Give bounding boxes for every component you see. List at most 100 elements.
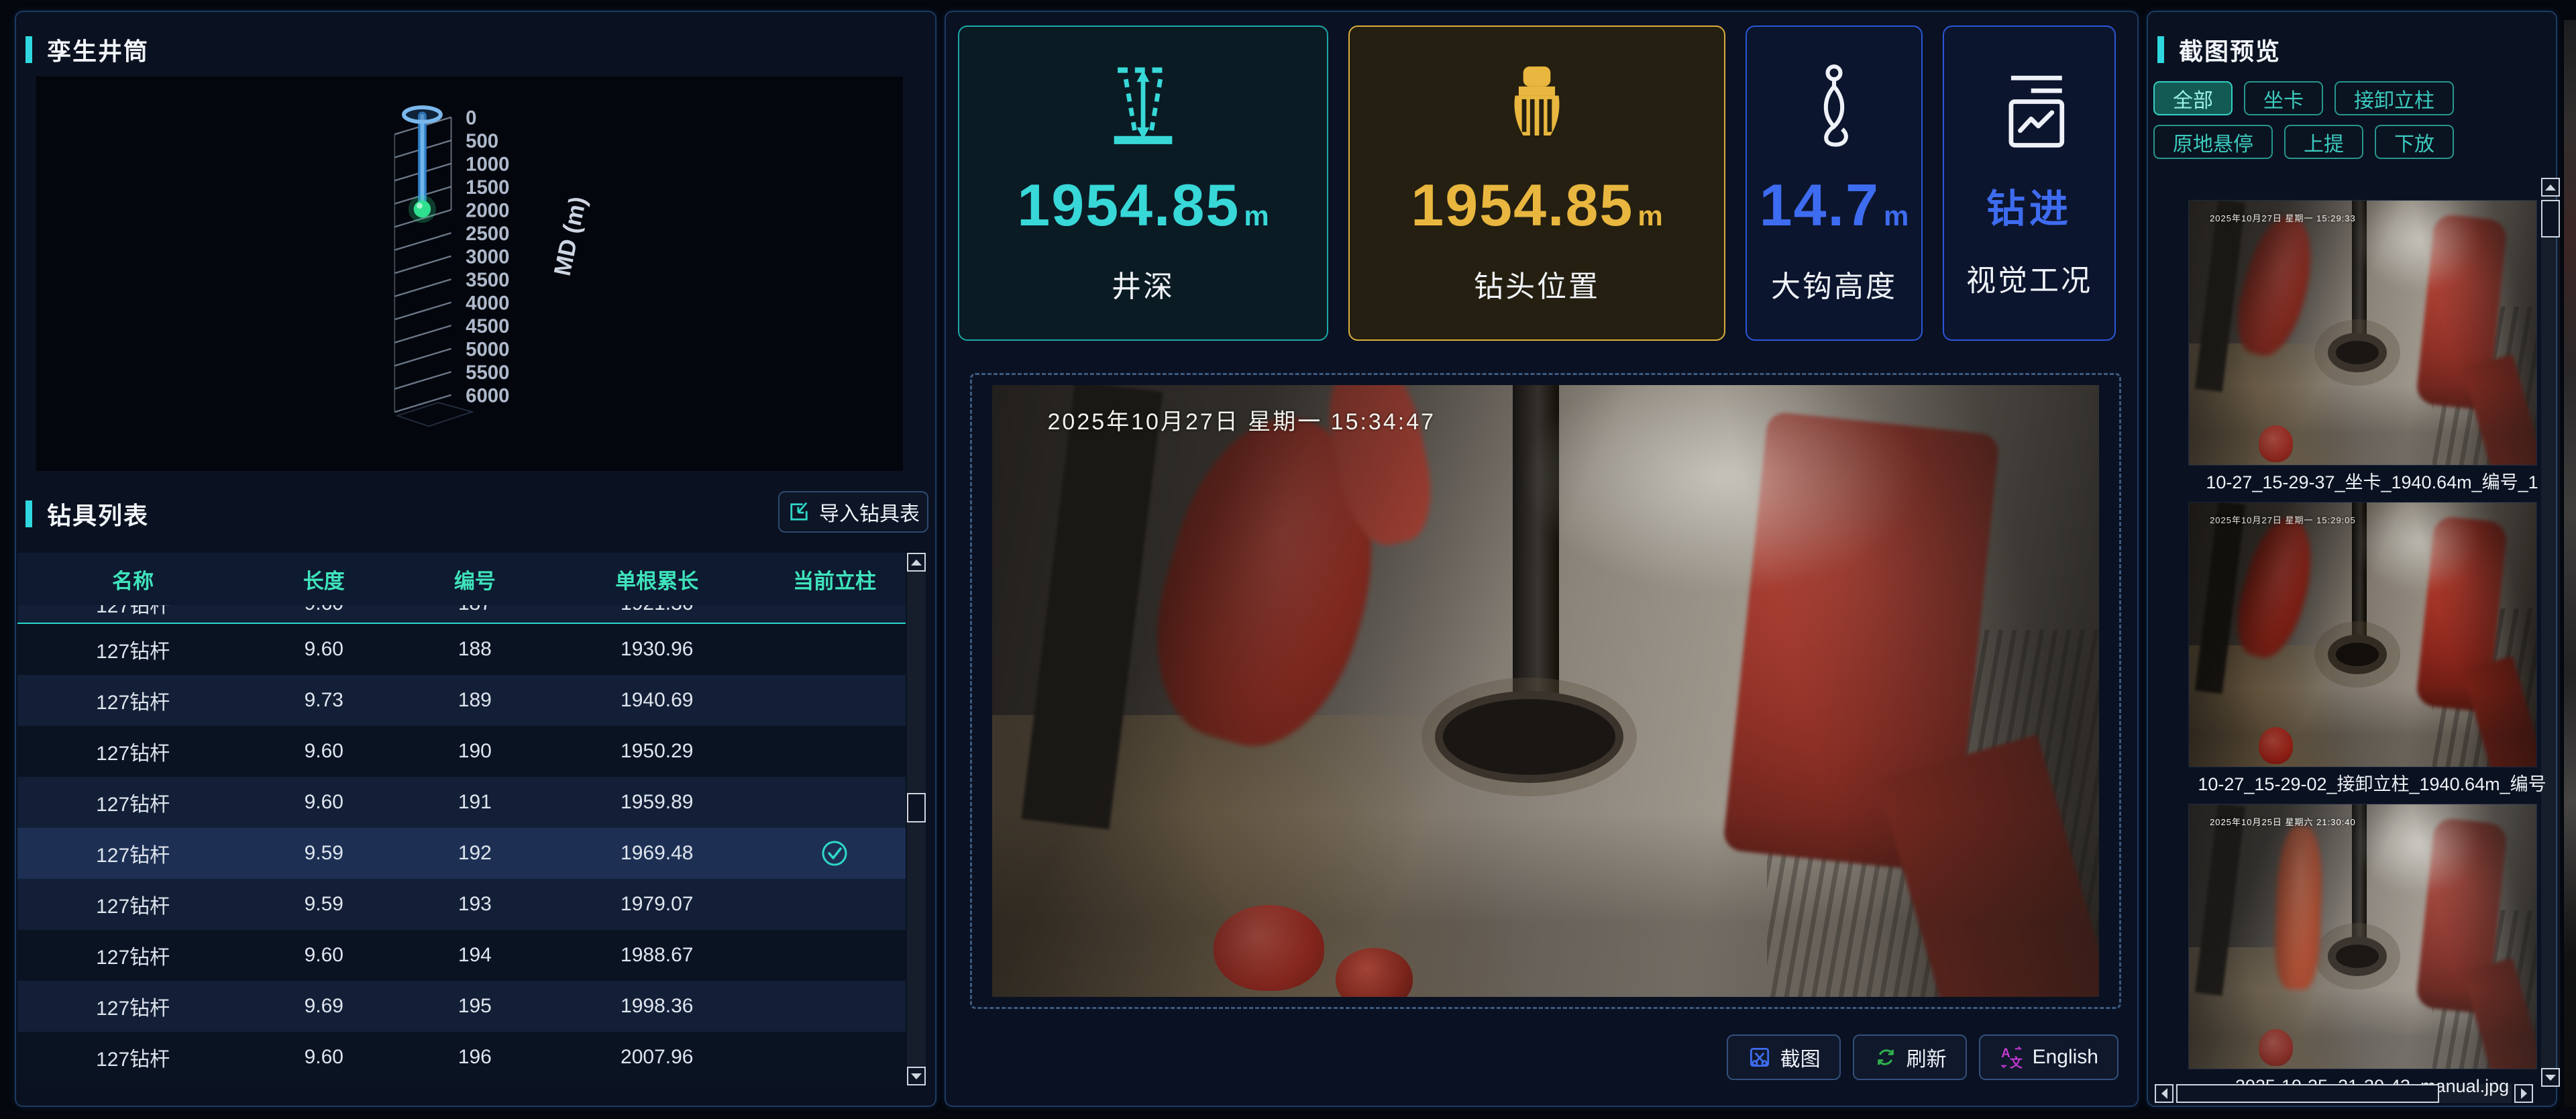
table-scroll-up-button[interactable]: [907, 553, 926, 572]
cell-cumulative: 1988.67: [550, 944, 763, 967]
cell-name: 127钻杆: [17, 941, 248, 970]
cell-number: 193: [399, 893, 550, 916]
cell-length: 9.60: [248, 944, 399, 967]
svg-text:文: 文: [2009, 1055, 2023, 1070]
cell-cumulative: 1940.69: [550, 689, 763, 712]
hook-height-label: 大钩高度: [1771, 262, 1897, 305]
cell-name: 127钻杆: [17, 788, 248, 817]
stat-card-visual-status: 钻进 视觉工况: [1943, 25, 2116, 341]
table-row[interactable]: 127钻杆 9.60 196 2007.96: [17, 1032, 906, 1083]
table-scroll-down-button[interactable]: [907, 1067, 926, 1085]
preview-scroll-left-button[interactable]: [2155, 1084, 2174, 1103]
table-row[interactable]: 127钻杆 9.73 189 1940.69: [17, 675, 906, 726]
table-row[interactable]: 127钻杆 9.69 195 1998.36: [17, 981, 906, 1032]
table-row[interactable]: 127钻杆 9.59 193 1979.07: [17, 879, 906, 930]
preview-section-title: 截图预览: [2157, 32, 2281, 67]
scene-shading: [992, 385, 2099, 997]
visual-status-label: 视觉工况: [1966, 256, 2092, 299]
cell-length: 9.60: [248, 791, 399, 814]
cell-name: 127钻杆: [17, 737, 248, 766]
preview-scrollbar-track[interactable]: [2541, 178, 2560, 1087]
translate-icon: A 文: [1999, 1045, 2025, 1070]
filter-chip[interactable]: 下放: [2375, 125, 2454, 159]
cell-length: 9.60: [248, 638, 399, 661]
wellbore-3d-view[interactable]: 0500100015002000250030003500400045005000…: [36, 76, 903, 471]
thumbnail-timestamp-overlay: 2025年10月25日 星期六 21:30:40: [2210, 815, 2356, 828]
cell-name: 127钻杆: [17, 992, 248, 1021]
stat-card-hook-height: 14.7m 大钩高度: [1746, 25, 1923, 341]
wellbore-title-text: 孪生井筒: [47, 32, 149, 67]
import-drill-list-button[interactable]: 导入钻具表: [778, 491, 928, 533]
filter-chip[interactable]: 上提: [2284, 125, 2363, 159]
table-row[interactable]: 127钻杆 9.60 188 1930.96: [17, 624, 906, 675]
cell-number: 194: [399, 944, 550, 967]
title-accent-bar: [25, 36, 32, 63]
thumbnail-timestamp-overlay: 2025年10月27日 星期一 15:29:33: [2210, 211, 2356, 224]
well-depth-label: 井深: [1112, 262, 1175, 305]
col-header-length: 长度: [248, 564, 399, 594]
dashboard-root: 孪生井筒 05001000150020002500300035004000450…: [0, 0, 2576, 1119]
cell-number: 195: [399, 995, 550, 1018]
filter-chip[interactable]: 原地悬停: [2153, 125, 2273, 159]
drill-table-body: 127钻杆 9.60 187 1921.36 127钻杆 9.60 188 19…: [17, 605, 906, 1085]
left-panel: 孪生井筒 05001000150020002500300035004000450…: [15, 11, 936, 1107]
scene-shading: [2189, 502, 2536, 767]
filter-chips: 全部 坐卡 接卸立柱 原地悬停 上提 下放: [2153, 81, 2542, 159]
status-report-icon: [1986, 67, 2073, 154]
refresh-button[interactable]: 刷新: [1853, 1034, 1967, 1080]
cell-length: 9.60: [248, 1046, 399, 1069]
table-row[interactable]: 127钻杆 9.60 187 1921.36: [17, 605, 906, 624]
table-row[interactable]: 127钻杆 9.59 192 1969.48: [17, 828, 906, 879]
cell-number: 189: [399, 689, 550, 712]
cell-name: 127钻杆: [17, 839, 248, 868]
cell-cumulative: 1950.29: [550, 740, 763, 763]
table-row[interactable]: 127钻杆 9.60 190 1950.29: [17, 726, 906, 777]
svg-text:4000: 4000: [466, 292, 509, 315]
cell-cumulative: 1979.07: [550, 893, 763, 916]
svg-text:2000: 2000: [466, 200, 509, 222]
screenshot-button[interactable]: 截图: [1727, 1034, 1841, 1080]
cell-cumulative: 2007.96: [550, 1046, 763, 1069]
table-row[interactable]: 127钻杆 9.60 191 1959.89: [17, 777, 906, 828]
hook-icon: [1790, 61, 1878, 148]
wellbore-3d-axis: 0500100015002000250030003500400045005000…: [36, 76, 903, 471]
cell-cumulative: 1998.36: [550, 995, 763, 1018]
svg-text:1500: 1500: [466, 176, 509, 199]
cell-number: 196: [399, 1046, 550, 1069]
svg-text:5000: 5000: [466, 339, 509, 361]
preview-scroll-up-button[interactable]: [2541, 178, 2560, 197]
filter-chip[interactable]: 全部: [2153, 81, 2233, 115]
visual-status-value: 钻进: [1986, 177, 2072, 233]
refresh-icon: [1873, 1045, 1898, 1070]
preview-scroll-down-button[interactable]: [2541, 1068, 2560, 1087]
svg-text:5500: 5500: [466, 362, 509, 384]
cell-name: 127钻杆: [17, 686, 248, 715]
current-stand-check-icon: [820, 841, 849, 863]
screenshot-thumbnail[interactable]: 2025年10月27日 星期一 15:29:33 10-27_15-29-37_…: [2188, 200, 2538, 494]
thumbnail-image: 2025年10月27日 星期一 15:29:05: [2188, 502, 2537, 767]
drill-table: 名称 长度 编号 单根累长 当前立柱 127钻杆 9.60 187 1921.3…: [17, 553, 906, 1085]
thumbnail-caption: 10-27_15-29-37_坐卡_1940.64m_编号_1: [2188, 471, 2556, 494]
preview-hscrollbar-thumb[interactable]: [2176, 1084, 2439, 1103]
language-toggle-button[interactable]: A 文 English: [1979, 1034, 2118, 1080]
table-scrollbar-thumb[interactable]: [907, 793, 926, 822]
drill-list-title-text: 钻具列表: [47, 496, 149, 531]
cell-name: 127钻杆: [17, 605, 248, 619]
preview-scroll-right-button[interactable]: [2514, 1084, 2533, 1103]
filter-chip[interactable]: 接卸立柱: [2334, 81, 2454, 115]
cell-number: 191: [399, 791, 550, 814]
screenshot-thumbnail[interactable]: 2025年10月25日 星期六 21:30:40 2025-10-25_21-3…: [2188, 804, 2538, 1098]
col-header-name: 名称: [17, 564, 248, 594]
right-panel: 截图预览 全部 坐卡 接卸立柱 原地悬停 上提 下放: [2147, 11, 2557, 1107]
import-icon: [787, 500, 811, 524]
cell-name: 127钻杆: [17, 890, 248, 919]
filter-chip[interactable]: 坐卡: [2244, 81, 2323, 115]
preview-scrollbar-thumb[interactable]: [2541, 200, 2560, 237]
drill-list-section-title: 钻具列表: [25, 496, 149, 531]
cell-number: 190: [399, 740, 550, 763]
scene-shading: [2189, 201, 2536, 465]
hook-height-value: 14.7: [1760, 171, 1880, 239]
table-row[interactable]: 127钻杆 9.60 194 1988.67: [17, 930, 906, 981]
svg-text:500: 500: [466, 130, 498, 152]
screenshot-thumbnail[interactable]: 2025年10月27日 星期一 15:29:05 10-27_15-29-02_…: [2188, 502, 2538, 796]
